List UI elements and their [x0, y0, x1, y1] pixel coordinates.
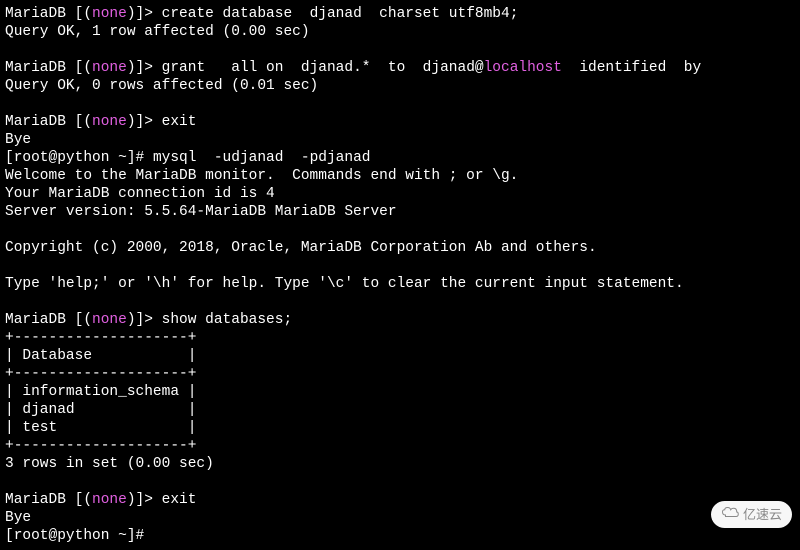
- shell-command: mysql -udjanad -pdjanad: [153, 150, 371, 166]
- bye-message: Bye: [5, 510, 31, 526]
- watermark-text: 亿速云: [743, 506, 782, 524]
- copyright-line: Copyright (c) 2000, 2018, Oracle, MariaD…: [5, 240, 597, 256]
- shell-prompt: [root@python ~]#: [5, 528, 144, 544]
- exit-command: exit: [162, 114, 197, 130]
- welcome-line: Your MariaDB connection id is 4: [5, 186, 275, 202]
- shell-prompt: [root@python ~]#: [5, 150, 153, 166]
- table-row: | information_schema |: [5, 384, 196, 400]
- bye-message: Bye: [5, 132, 31, 148]
- sql-command: show databases;: [162, 312, 293, 328]
- mariadb-prompt: MariaDB [(none)]>: [5, 492, 162, 508]
- table-header: | Database |: [5, 348, 196, 364]
- table-border: +--------------------+: [5, 438, 196, 454]
- cloud-icon: [721, 505, 739, 524]
- query-response: Query OK, 0 rows affected (0.01 sec): [5, 78, 318, 94]
- watermark-badge: 亿速云: [711, 501, 792, 528]
- table-border: +--------------------+: [5, 330, 196, 346]
- mariadb-prompt: MariaDB [(none)]>: [5, 60, 162, 76]
- sql-command: create database djanad charset utf8mb4;: [162, 6, 519, 22]
- table-row: | test |: [5, 420, 196, 436]
- mariadb-prompt: MariaDB [(none)]>: [5, 6, 162, 22]
- query-response: Query OK, 1 row affected (0.00 sec): [5, 24, 310, 40]
- help-line: Type 'help;' or '\h' for help. Type '\c'…: [5, 276, 684, 292]
- exit-command: exit: [162, 492, 197, 508]
- table-border: +--------------------+: [5, 366, 196, 382]
- sql-command: grant all on djanad.* to djanad@localhos…: [162, 60, 702, 76]
- table-row: | djanad |: [5, 402, 196, 418]
- table-footer: 3 rows in set (0.00 sec): [5, 456, 214, 472]
- mariadb-prompt: MariaDB [(none)]>: [5, 312, 162, 328]
- mariadb-prompt: MariaDB [(none)]>: [5, 114, 162, 130]
- welcome-line: Welcome to the MariaDB monitor. Commands…: [5, 168, 518, 184]
- welcome-line: Server version: 5.5.64-MariaDB MariaDB S…: [5, 204, 397, 220]
- terminal-output[interactable]: MariaDB [(none)]> create database djanad…: [0, 0, 800, 550]
